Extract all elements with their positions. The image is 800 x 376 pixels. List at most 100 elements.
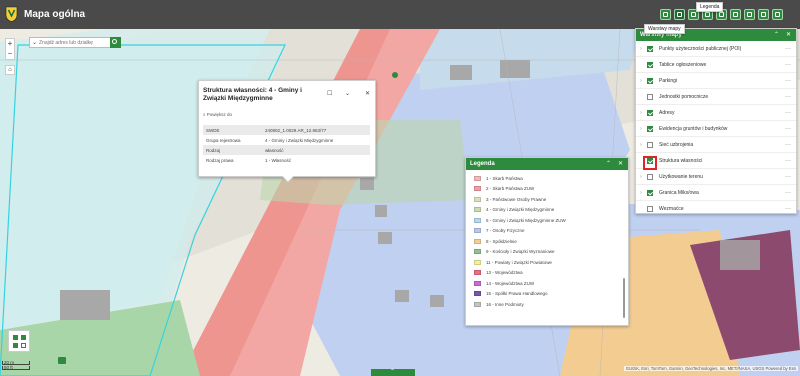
layer-label: Ewidencja gruntów i budynków <box>659 125 728 132</box>
layer-checkbox[interactable] <box>647 93 653 100</box>
legend-label: 9 - Kościoły i Związki Wyznaniowe <box>486 249 555 255</box>
layer-item[interactable]: Wezmaćce ··· <box>636 201 796 213</box>
collapse-icon[interactable]: ⌃ <box>774 29 779 41</box>
zoom-in-button[interactable]: + <box>6 39 14 49</box>
dock-icon[interactable]: ☐ <box>327 90 332 97</box>
layer-checkbox[interactable] <box>647 109 653 116</box>
layers-icon <box>677 12 682 17</box>
legend-icon <box>691 12 696 17</box>
zoom-out-button[interactable]: − <box>6 49 14 59</box>
legend-swatch <box>474 270 481 276</box>
legend-item: 8 - Spółdzielnie <box>474 236 628 247</box>
scale-bar: 20 m 50 ft <box>2 360 30 371</box>
layer-item[interactable]: › Sieć uzbrojenia ··· <box>636 137 796 153</box>
more-icon[interactable]: ··· <box>785 174 791 180</box>
search-input[interactable] <box>39 39 108 47</box>
more-icon[interactable]: ··· <box>785 78 791 84</box>
more-icon[interactable]: ··· <box>785 46 791 52</box>
close-icon[interactable]: ✕ <box>786 29 791 41</box>
list-icon <box>775 12 780 17</box>
legend-swatch <box>474 249 481 255</box>
attr-value: 4 - Gminy i Związki Międzygminne <box>264 137 334 143</box>
legend-scrollbar[interactable] <box>623 278 625 318</box>
layers-list: › Punkty użyteczności publicznej (POI) ···… <box>636 41 796 213</box>
chevron-right-icon[interactable]: › <box>636 110 646 116</box>
more-icon[interactable]: ··· <box>785 206 791 212</box>
zoom-to-link[interactable]: ⌕ Powiększ do <box>203 112 232 117</box>
export-button[interactable] <box>744 9 755 20</box>
layer-checkbox[interactable] <box>647 141 653 148</box>
layers-panel: Warstwy mapy ⌃ ✕ › Punkty użyteczności pu… <box>635 28 797 214</box>
chevron-right-icon[interactable]: › <box>636 46 646 52</box>
layer-item[interactable]: Jednostki pomocnicze ··· <box>636 89 796 105</box>
search-button[interactable] <box>110 37 121 48</box>
layer-item[interactable]: Struktura własności ··· <box>636 153 796 169</box>
legend-tooltip: Legenda <box>696 2 724 12</box>
attr-value: własność <box>261 145 370 155</box>
more-icon[interactable]: ··· <box>785 142 791 148</box>
more-icon[interactable]: ··· <box>785 94 791 100</box>
chevron-right-icon[interactable]: › <box>636 190 646 196</box>
layer-label: Punkty użyteczności publicznej (POI) <box>659 45 742 52</box>
list-button[interactable] <box>772 9 783 20</box>
basemap-button[interactable] <box>8 330 30 352</box>
print-button[interactable] <box>660 9 671 20</box>
more-icon[interactable]: ··· <box>785 190 791 196</box>
eye-button[interactable] <box>730 9 741 20</box>
home-button[interactable]: ⌂ <box>5 65 15 75</box>
legend-swatch <box>474 207 481 213</box>
app-title: Mapa ogólna <box>24 9 86 20</box>
more-icon[interactable]: ··· <box>785 110 791 116</box>
zoom-to-label: Powiększ do <box>206 112 233 117</box>
chevron-right-icon[interactable]: › <box>636 126 646 132</box>
layer-checkbox[interactable] <box>647 77 653 84</box>
layer-checkbox[interactable] <box>647 45 653 52</box>
layer-item[interactable]: › Ewidencja gruntów i budynków ··· <box>636 121 796 137</box>
legend-swatch <box>474 228 481 234</box>
export-icon <box>747 12 752 17</box>
collapse-icon[interactable]: ⌄ <box>345 90 350 97</box>
grid-icon <box>13 335 18 340</box>
close-icon[interactable]: ✕ <box>365 90 370 97</box>
chevron-right-icon[interactable]: › <box>636 142 646 148</box>
share-icon <box>761 12 766 17</box>
legend-item: 3 - Państwowe Osoby Prawne <box>474 194 628 205</box>
legend-item: 1 - Skarb Państwa <box>474 173 628 184</box>
legend-label: 15 - Spółki Prawa Handlowego <box>486 291 548 297</box>
layer-label: Struktura własności <box>659 157 703 164</box>
legend-title: Legenda <box>470 161 495 167</box>
more-icon[interactable]: ··· <box>785 158 791 164</box>
layer-item[interactable]: › Adresy ··· <box>636 105 796 121</box>
popup-title: Struktura własności: 4 - Gminy i Związki… <box>203 87 302 102</box>
share-button[interactable] <box>758 9 769 20</box>
attr-key: Grupa rejestrowa <box>206 137 241 143</box>
chevron-down-icon[interactable]: ⌄ <box>32 39 37 46</box>
legend-item: 5 - Gminy i Związki Międzygminne ZUW <box>474 215 628 226</box>
legend-item: 2 - Skarb Państwa ZUW <box>474 184 628 195</box>
legend-label: 11 - Powiaty i Związki Powiatowe <box>486 259 552 265</box>
layer-checkbox[interactable] <box>647 205 653 212</box>
layer-item[interactable]: › Parkingi ··· <box>636 73 796 89</box>
chevron-right-icon[interactable]: › <box>636 78 646 84</box>
more-icon[interactable]: ··· <box>785 62 791 68</box>
layer-item[interactable]: › Punkty użyteczności publicznej (POI) ··· <box>636 41 796 57</box>
legend-swatch <box>474 301 481 307</box>
attr-value: 240802_1.0029.AR_12.863/77 <box>261 125 370 135</box>
more-icon[interactable]: ··· <box>785 126 791 132</box>
layer-item[interactable]: Tablice ogłoszeniowe ··· <box>636 57 796 73</box>
layers-button[interactable] <box>674 9 685 20</box>
chevron-right-icon[interactable]: › <box>636 174 646 180</box>
table-row: SWDE 240802_1.0029.AR_12.863/77 <box>203 125 370 135</box>
layer-checkbox[interactable] <box>647 61 653 68</box>
layer-checkbox[interactable] <box>647 173 653 180</box>
layer-checkbox[interactable] <box>647 189 653 196</box>
layer-item[interactable]: › Użytkowanie terenu ··· <box>636 169 796 185</box>
legend-item: 4 - Gminy i Związki Międzygminne <box>474 205 628 216</box>
layers-tooltip: Warstwy mapy <box>644 24 685 34</box>
layer-item[interactable]: › Granica Miks/owa ··· <box>636 185 796 201</box>
bottom-panel-toggle[interactable]: ⌃ <box>371 369 415 376</box>
close-icon[interactable]: ✕ <box>618 158 623 170</box>
collapse-icon[interactable]: ⌃ <box>606 158 611 170</box>
legend-item: 15 - Spółki Prawa Handlowego <box>474 289 628 300</box>
layer-checkbox[interactable] <box>647 125 653 132</box>
